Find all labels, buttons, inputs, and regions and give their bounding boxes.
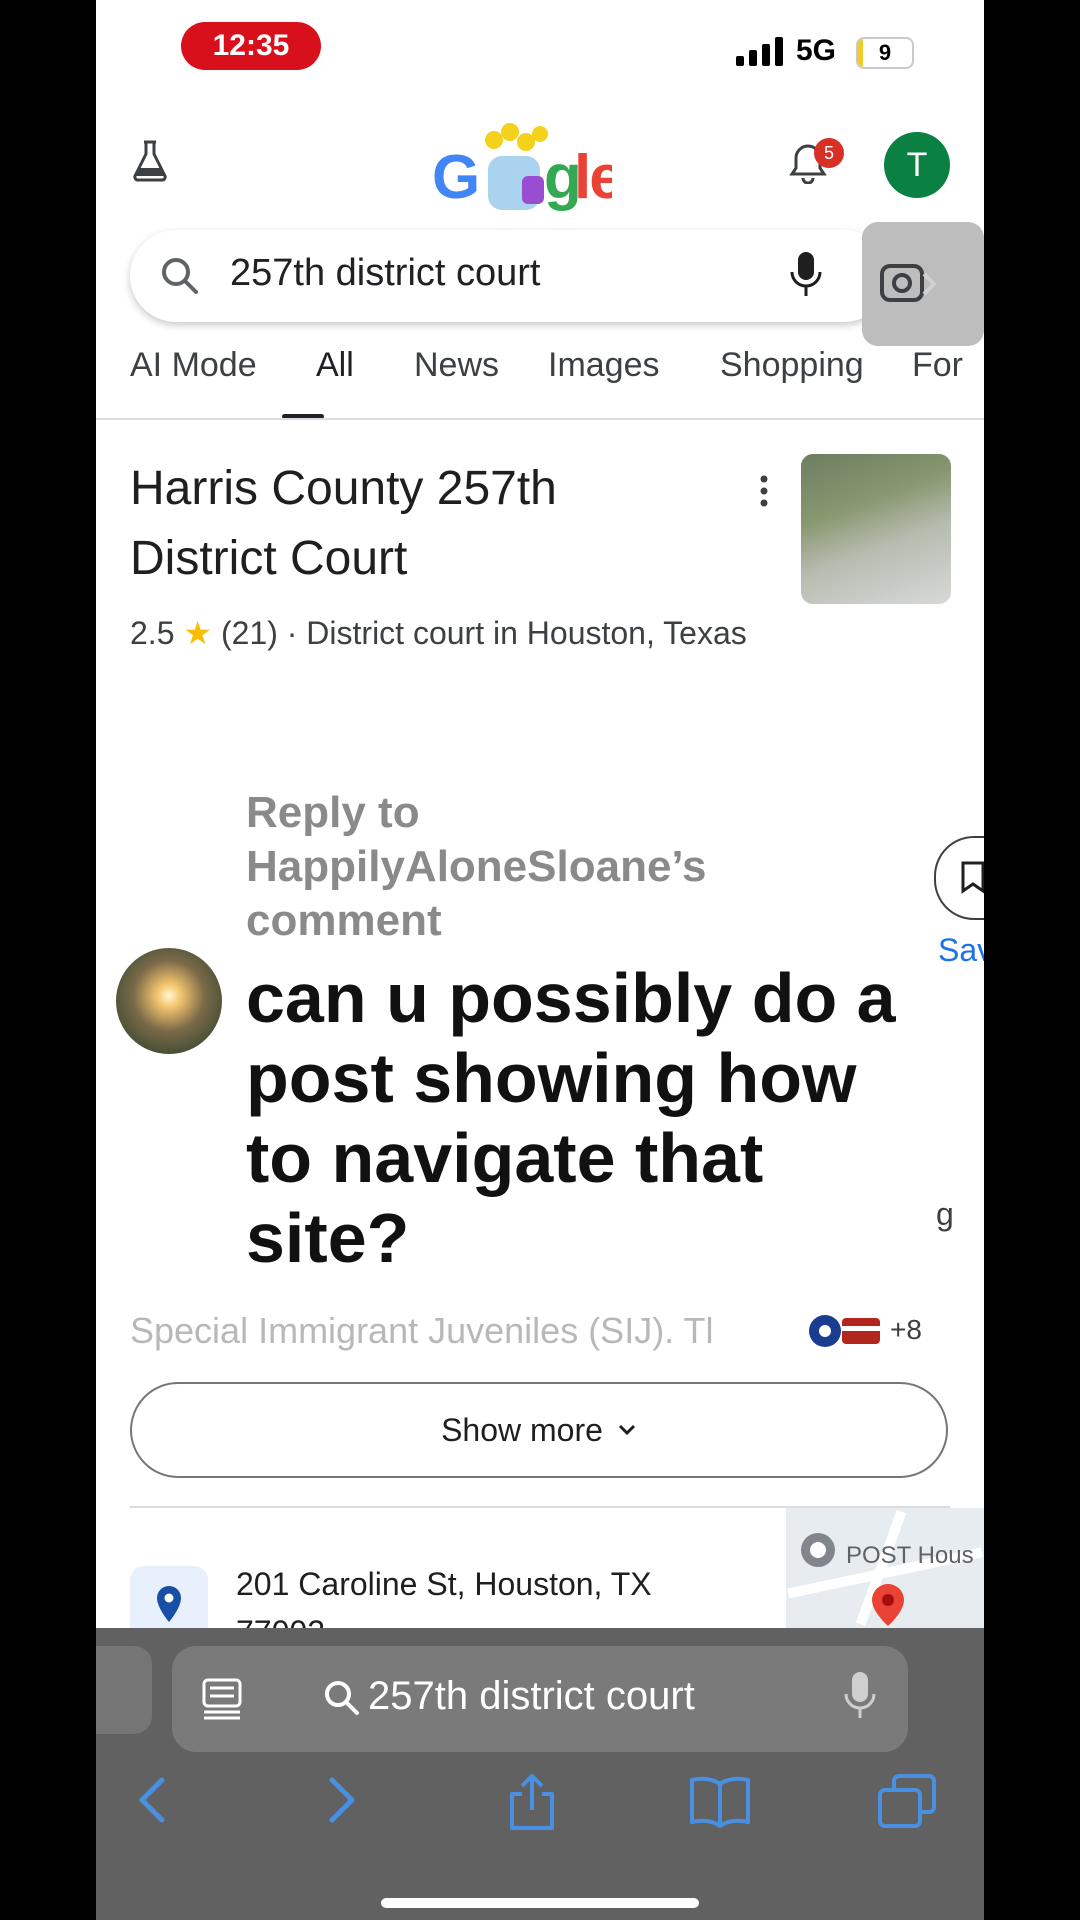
bookmark-icon [961, 861, 984, 894]
search-icon [325, 1681, 359, 1715]
forward-icon[interactable] [322, 1772, 362, 1828]
reply-message: can u possibly do a post showing how to … [246, 959, 896, 1277]
result-category: · District court in Houston, Texas [286, 615, 747, 651]
review-count: (21) [220, 615, 278, 651]
map-pin-icon [872, 1584, 904, 1626]
reply-header: Reply to HappilyAloneSloane’s comment [246, 788, 707, 945]
battery-icon: 9 [856, 37, 914, 69]
reader-icon[interactable] [200, 1676, 244, 1722]
account-avatar[interactable]: T [884, 132, 950, 198]
lens-icon [880, 264, 937, 302]
tabs-divider [96, 418, 984, 420]
share-icon[interactable] [504, 1772, 560, 1834]
more-sources-count: +8 [890, 1314, 922, 1345]
google-doodle: G g le [432, 123, 624, 212]
chevron-down-icon [618, 1424, 635, 1436]
back-icon[interactable] [132, 1772, 172, 1828]
star-icon: ★ [183, 615, 213, 651]
show-more-button[interactable]: Show more [130, 1382, 948, 1478]
signal-icon [736, 36, 783, 66]
tab-images[interactable]: Images [548, 346, 660, 385]
lens-button[interactable] [862, 222, 984, 346]
url-text[interactable]: 257th district court [368, 1674, 695, 1719]
network-type: 5G [796, 34, 837, 67]
search-icon [162, 258, 198, 294]
tab-for[interactable]: For [912, 346, 963, 385]
browser-toolbar: 257th district court [96, 1628, 984, 1920]
map-marker-icon [801, 1533, 835, 1567]
comment-reply-overlay: Reply to HappilyAloneSloane’s comment ca… [96, 730, 936, 1350]
result-meta: 2.5 ★ (21) · District court in Houston, … [130, 608, 750, 658]
result-title[interactable]: Harris County 257th District Court [130, 454, 650, 594]
tabs-icon[interactable] [876, 1772, 938, 1830]
flask-icon[interactable] [130, 138, 170, 182]
search-box[interactable]: 257th district court [130, 230, 890, 322]
status-time: 12:35 [181, 22, 321, 70]
google-logo[interactable]: G g le [432, 120, 624, 220]
source-logos-icon [809, 1315, 880, 1347]
mic-icon[interactable] [788, 250, 824, 300]
tab-ai-mode[interactable]: AI Mode [130, 346, 257, 385]
result-thumbnail[interactable] [801, 454, 951, 604]
tab-all[interactable]: All [316, 346, 354, 385]
home-indicator [381, 1898, 699, 1908]
save-label: Sav [938, 932, 984, 968]
google-header: G g le 5 T [96, 110, 984, 220]
save-button[interactable] [934, 836, 984, 920]
kebab-icon[interactable] [758, 474, 770, 508]
svg-text:G: G [432, 143, 478, 212]
previous-tab-peek[interactable] [96, 1646, 152, 1734]
address-bar[interactable]: 257th district court [172, 1646, 908, 1752]
status-bar: 12:35 5G 9 [96, 0, 984, 100]
pin-icon [157, 1586, 181, 1622]
navigation-icons [96, 1772, 984, 1852]
search-tabs: AI Mode All News Images Shopping For [130, 346, 984, 416]
mic-icon[interactable] [842, 1670, 878, 1722]
map-thumbnail[interactable]: POST Hous [786, 1508, 984, 1628]
rating-value: 2.5 [130, 615, 175, 651]
map-label: POST Hous [846, 1542, 974, 1569]
svg-text:le: le [574, 143, 612, 212]
tab-shopping[interactable]: Shopping [720, 346, 864, 385]
tab-news[interactable]: News [414, 346, 499, 385]
bookmarks-icon[interactable] [688, 1772, 752, 1828]
commenter-avatar [116, 948, 222, 1054]
result-snippet: Special Immigrant Juveniles (SIJ). Tl [130, 1310, 714, 1351]
battery-level: 9 [878, 40, 892, 65]
search-input[interactable]: 257th district court [230, 252, 540, 295]
partial-text: g [936, 1196, 954, 1232]
phone-screen: 12:35 5G 9 G g le 5 T 257th district cou… [96, 0, 984, 1920]
notification-badge: 5 [814, 138, 844, 168]
show-more-label: Show more [441, 1411, 603, 1448]
